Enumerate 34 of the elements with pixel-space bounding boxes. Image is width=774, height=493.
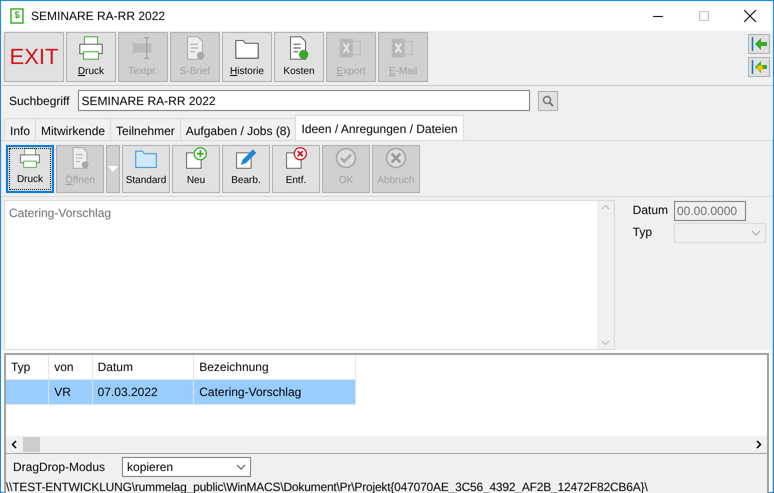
exit-button[interactable]: EXIT: [4, 32, 64, 82]
caret-icon: [751, 230, 761, 236]
maximize-icon[interactable]: [699, 11, 709, 21]
toolbar-button[interactable]: Standard: [122, 145, 170, 193]
close-icon[interactable]: [744, 10, 756, 22]
toolbar-button[interactable]: Neu: [172, 145, 220, 193]
scrollbar-thumb[interactable]: [23, 437, 40, 452]
search-label: Suchbegriff: [9, 92, 70, 110]
toolbar-button[interactable]: Historie: [222, 32, 272, 82]
toolbar-button[interactable]: Druck: [6, 145, 54, 193]
table-cell: 07.03.2022: [92, 380, 194, 404]
toolbar-button[interactable]: Entf.: [272, 145, 320, 193]
dragdrop-dropdown[interactable]: kopieren: [122, 457, 252, 477]
window-title: SEMINARE RA-RR 2022: [31, 8, 166, 25]
tab[interactable]: Ideen / Anregungen / Dateien: [295, 115, 464, 140]
dragdrop-label: DragDrop-Modus: [13, 459, 106, 476]
arrow-left-icon[interactable]: [748, 34, 770, 54]
toolbar-button[interactable]: Kosten: [274, 32, 324, 82]
caret-icon: [236, 464, 246, 470]
table-cell: Catering-Vorschlag: [194, 380, 356, 404]
tab[interactable]: Info: [4, 118, 36, 140]
app-icon: [9, 8, 25, 24]
toolbar-button[interactable]: Druck: [66, 32, 116, 82]
type-label: Typ: [632, 224, 653, 241]
search-field[interactable]: SEMINARE RA-RR 2022: [78, 90, 530, 111]
date-label: Datum: [632, 202, 668, 219]
caret-icon: [108, 166, 118, 172]
table-cell: VR: [48, 380, 92, 404]
note-text: Catering-Vorschlag: [9, 206, 112, 220]
arrow-left-icon[interactable]: [748, 57, 770, 77]
toolbar-button[interactable]: Bearb.: [222, 145, 270, 193]
printer-icon: [77, 34, 105, 62]
tab[interactable]: Aufgaben / Jobs (8): [180, 118, 296, 140]
search-icon[interactable]: [538, 90, 558, 110]
